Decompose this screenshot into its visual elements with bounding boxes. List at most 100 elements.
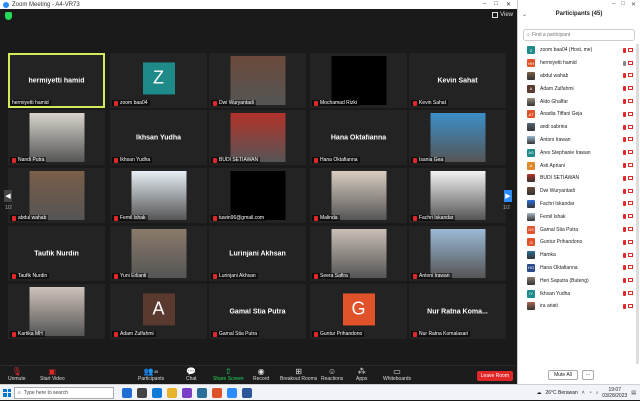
participant-row[interactable]: Aldo Ghaffar: [518, 95, 635, 108]
video-tile[interactable]: Zzoom baa04: [110, 53, 207, 108]
leave-room-button[interactable]: Leave Room: [476, 371, 513, 381]
bing-app-icon[interactable]: [122, 387, 132, 398]
video-tile[interactable]: G Guntur Prihandono: [310, 284, 407, 339]
taskbar-search-input[interactable]: ⌕ Type here to search: [14, 386, 114, 399]
record-button[interactable]: ◉ Record: [253, 367, 269, 382]
tile-avatar: A: [142, 292, 175, 325]
task-view-icon[interactable]: [137, 387, 147, 398]
edge-browser-icon[interactable]: [152, 387, 162, 398]
video-tile[interactable]: abdul wahab: [8, 168, 105, 223]
participant-row[interactable]: HO Hana Oktafianna: [518, 262, 635, 275]
security-shield-icon[interactable]: [5, 12, 12, 20]
video-tile[interactable]: Fachri Iskandar: [409, 168, 506, 223]
start-video-button[interactable]: ▣ Start Video: [40, 367, 65, 382]
word-app-icon[interactable]: [242, 387, 252, 398]
mail-app-icon[interactable]: [197, 387, 207, 398]
participant-avatar: [527, 276, 535, 285]
video-tile[interactable]: Kevin Sahat Kevin Sahat: [409, 53, 506, 108]
apps-button[interactable]: ⁂ Apps: [356, 367, 367, 382]
mic-muted-icon: [623, 227, 626, 233]
participant-row[interactable]: A Asti Apriani: [518, 159, 635, 172]
video-tile[interactable]: Gamal Stia Putra Gamal Stia Putra: [209, 284, 306, 339]
participant-status-icons: [623, 291, 633, 297]
chrome-browser-icon[interactable]: [212, 387, 222, 398]
video-tile[interactable]: Hana Oktafianna Hana Oktafianna: [310, 110, 407, 165]
network-icon[interactable]: ◔: [589, 390, 592, 396]
start-button[interactable]: [0, 385, 14, 401]
participant-row[interactable]: Antoni Irawan: [518, 134, 635, 147]
mic-muted-icon: [623, 86, 626, 92]
reactions-button[interactable]: ☺ Reactions: [321, 367, 343, 382]
participant-row[interactable]: GS Gamal Stia Putra: [518, 223, 635, 236]
breakout-rooms-button[interactable]: ⊞ Breakout Rooms: [280, 367, 317, 382]
panel-minimize-icon[interactable]: –: [612, 1, 615, 8]
weather-text[interactable]: 26°C Berawan: [545, 390, 577, 396]
system-clock[interactable]: 19:07 03/28/2023: [602, 387, 627, 399]
volume-icon[interactable]: ♪: [596, 390, 599, 396]
share-screen-button[interactable]: ⇧ Share Screen: [213, 367, 244, 382]
zoom-app-icon[interactable]: [227, 387, 237, 398]
tile-name-label: Isania Gea: [411, 157, 446, 163]
video-tile[interactable]: Yuni Erlianti: [110, 226, 207, 281]
panel-maximize-icon[interactable]: □: [621, 1, 625, 8]
video-tile[interactable]: Taufik Nurdin Taufik Nurdin: [8, 226, 105, 281]
participant-search-input[interactable]: ⌕ Find a participant: [523, 29, 635, 41]
video-tile[interactable]: Femil Ishak: [110, 168, 207, 223]
next-page-button[interactable]: ▶: [504, 190, 512, 202]
video-tile[interactable]: Kartika MH: [8, 284, 105, 339]
video-tile[interactable]: Dwi Wuryantadi: [209, 53, 306, 108]
mute-all-button[interactable]: Mute All: [548, 370, 578, 380]
video-tile[interactable]: hermiyetti hamid hermiyetti hamid: [8, 53, 105, 108]
video-tile[interactable]: BUDI SETIAWAN: [209, 110, 306, 165]
maximize-icon[interactable]: □: [494, 1, 498, 8]
unmute-button[interactable]: 🎙 Unmute: [8, 367, 26, 382]
participant-row[interactable]: BUDI SETIAWAN: [518, 172, 635, 185]
participant-row[interactable]: AS Ares Stephanie Irawan: [518, 146, 635, 159]
video-tile[interactable]: A Adam Zulfahmi: [110, 284, 207, 339]
participant-row[interactable]: abdul wahab: [518, 70, 635, 83]
participant-row[interactable]: Dwi Wuryantadi: [518, 185, 635, 198]
tile-label-text: zoom baa04: [120, 100, 148, 106]
view-button[interactable]: View: [492, 12, 513, 18]
video-tile[interactable]: Nandi Putra: [8, 110, 105, 165]
mic-muted-icon: [213, 157, 217, 163]
mic-muted-icon: [623, 99, 626, 105]
participant-row[interactable]: Fachri Iskandar: [518, 198, 635, 211]
prev-page-button[interactable]: ◀: [4, 190, 12, 202]
participant-row[interactable]: G Guntur Prihandono: [518, 236, 635, 249]
participant-row[interactable]: A Adam Zulfahmi: [518, 82, 635, 95]
close-icon[interactable]: ✕: [506, 1, 511, 8]
store-app-icon[interactable]: [182, 387, 192, 398]
participant-avatar: [527, 212, 535, 221]
whiteboards-button[interactable]: ▭ Whiteboards: [383, 367, 411, 382]
minimize-icon[interactable]: –: [483, 1, 486, 8]
chat-button[interactable]: 💬 Chat: [186, 367, 197, 382]
more-options-button[interactable]: ...: [582, 370, 594, 380]
video-tile[interactable]: Ikhsan Yudha Ikhsan Yudha: [110, 110, 207, 165]
video-tile[interactable]: Seera Safira: [310, 226, 407, 281]
video-tile[interactable]: Lurinjani Akhsan Lurinjani Akhsan: [209, 226, 306, 281]
participant-row[interactable]: AT Anadia Tiffani Geja: [518, 108, 635, 121]
participant-row[interactable]: IY Ikhsan Yudha: [518, 287, 635, 300]
video-tile[interactable]: Antoni Irawan: [409, 226, 506, 281]
video-tile[interactable]: Mochamad Rizki: [310, 53, 407, 108]
video-off-icon: [628, 175, 633, 180]
participant-row[interactable]: Femil Ishak: [518, 210, 635, 223]
participant-row[interactable]: Heri Saputra (Buteng): [518, 274, 635, 287]
video-tile[interactable]: Nur Ratna Koma... Nur Ratna Komalasari: [409, 284, 506, 339]
participant-row[interactable]: HH hermiyetti hamid: [518, 57, 635, 70]
notifications-icon[interactable]: ▤: [631, 390, 636, 396]
participant-row[interactable]: Zzoom baa04 (Host, me): [518, 44, 635, 57]
video-tile[interactable]: tuwin96@gmail.com: [209, 168, 306, 223]
participant-row[interactable]: andi sabrina: [518, 121, 635, 134]
tray-overflow-icon[interactable]: ˄: [582, 390, 585, 396]
video-tile[interactable]: Isania Gea: [409, 110, 506, 165]
file-explorer-icon[interactable]: [167, 387, 177, 398]
video-tile[interactable]: Malinda: [310, 168, 407, 223]
panel-close-icon[interactable]: ✕: [631, 1, 636, 8]
participant-row[interactable]: Hamka: [518, 249, 635, 262]
participant-row[interactable]: ira ariati: [518, 300, 635, 313]
participants-scrollbar[interactable]: [636, 44, 639, 364]
mic-muted-icon: [623, 265, 626, 271]
participants-button[interactable]: 👥 45 Participants: [138, 367, 164, 382]
